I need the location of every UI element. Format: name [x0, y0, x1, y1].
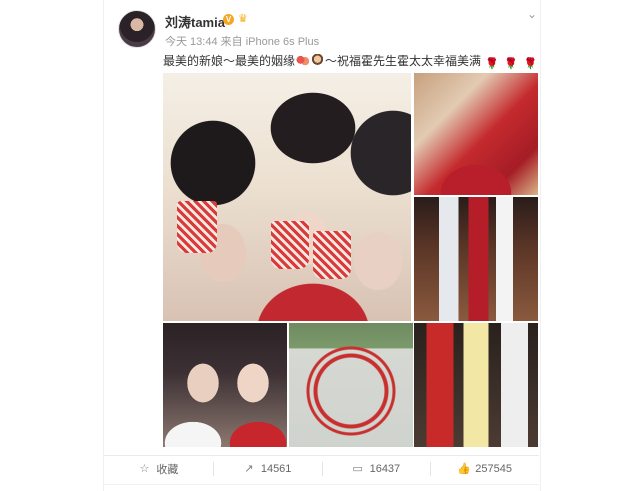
favorite-button[interactable]: ☆ 收藏: [104, 456, 213, 482]
couple-emoji-icon: [311, 54, 325, 67]
photo-5-stamp[interactable]: [289, 323, 413, 447]
star-icon: ☆: [139, 463, 150, 475]
verified-icon: V: [223, 14, 234, 25]
post-text-part1: 最美的新娘～最美的姻缘: [163, 54, 296, 68]
chevron-down-icon[interactable]: ⌄: [525, 8, 539, 20]
repost-count: 14561: [260, 463, 292, 475]
post-source: 来自 iPhone 6s Plus: [220, 36, 320, 48]
comment-button[interactable]: ▭ 16437: [321, 456, 431, 482]
post-meta: 今天 13:44 来自 iPhone 6s Plus: [165, 33, 319, 49]
rose-icon: 🌹: [485, 58, 500, 70]
timestamp[interactable]: 今天 13:44: [165, 36, 218, 48]
like-button[interactable]: 👍 257545: [430, 456, 539, 482]
action-bar: ☆ 收藏 ↗ 14561 ▭ 16437 👍 257545: [104, 456, 539, 482]
crown-icon: ♛: [238, 13, 248, 25]
like-count: 257545: [475, 463, 512, 475]
paper-cup-icon: [313, 231, 351, 279]
repost-icon: ↗: [244, 463, 254, 475]
photo-4-kiss[interactable]: [163, 323, 287, 447]
username[interactable]: 刘涛tamia: [165, 12, 225, 31]
rose-icon: 🌹: [504, 58, 519, 70]
thumbs-up-icon: 👍: [457, 463, 471, 475]
paper-cup-icon: [177, 201, 217, 253]
post-text: 最美的新娘～最美的姻缘 ～祝福霍先生霍太太幸福美满 🌹 🌹 🌹: [163, 52, 538, 70]
rose-icon: 🌹: [523, 58, 538, 70]
repost-button[interactable]: ↗ 14561: [212, 456, 322, 482]
comment-icon: ▭: [352, 463, 363, 475]
paper-cup-icon: [271, 221, 309, 269]
hearts-emoji-icon: [296, 54, 310, 67]
comment-count: 16437: [369, 463, 401, 475]
post-text-part2: ～祝福霍先生霍太太幸福美满: [325, 54, 482, 68]
divider: [104, 484, 539, 485]
photo-3-group[interactable]: [414, 197, 538, 321]
avatar[interactable]: [118, 10, 156, 48]
photo-2-bride-dress[interactable]: [414, 73, 538, 195]
favorite-label: 收藏: [156, 464, 179, 476]
photo-6-friends[interactable]: [414, 323, 538, 447]
photo-1-selfie[interactable]: [163, 73, 411, 321]
